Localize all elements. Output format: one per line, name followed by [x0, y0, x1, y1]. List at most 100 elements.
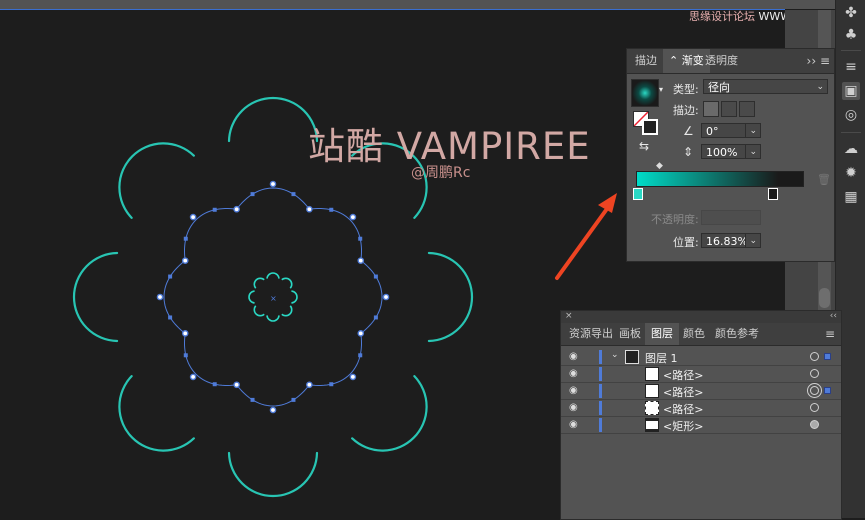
bezier-handle[interactable] — [190, 374, 195, 379]
angle-dropdown[interactable]: ⌄ — [745, 123, 761, 138]
target-circle-icon[interactable] — [810, 420, 819, 429]
tab-asset-export[interactable]: 资源导出 — [563, 323, 619, 345]
gradient-preview-swatch[interactable] — [631, 79, 659, 107]
layers-panel-tabs: 资源导出 画板 图层 颜色 颜色参考 ≡ — [561, 323, 841, 346]
outer-petal-arc — [352, 376, 426, 450]
bezier-handle[interactable] — [350, 374, 355, 379]
tab-stroke[interactable]: 描边 — [629, 49, 663, 73]
delete-stop-icon[interactable]: 🗑 — [817, 173, 831, 186]
anchor-point[interactable] — [358, 353, 362, 357]
menu-icon[interactable]: ≡ — [842, 58, 860, 76]
outer-petal-arc — [229, 98, 317, 141]
anchor-point[interactable] — [251, 398, 255, 402]
sun-icon[interactable]: ✹ — [842, 164, 860, 182]
stroke-label: 描边: — [673, 102, 699, 118]
align-icon[interactable]: ▦ — [842, 188, 860, 206]
outer-petal-arc — [229, 453, 317, 496]
inner-petal-arc — [291, 291, 297, 303]
target-circle-icon[interactable] — [810, 403, 819, 412]
bezier-handle[interactable] — [358, 331, 363, 336]
club-symbol-icon[interactable]: ♣ — [842, 26, 860, 44]
stroke-swatch[interactable] — [642, 119, 658, 135]
chevron-down-icon: ⌄ — [749, 124, 757, 139]
bezier-handle[interactable] — [383, 294, 388, 299]
gradient-stop-start[interactable] — [633, 188, 643, 200]
layer-row[interactable]: ◉ <路径> — [561, 366, 841, 383]
anchor-point[interactable] — [374, 315, 378, 319]
type-select[interactable]: 径向⌄ — [703, 79, 828, 94]
bezier-handle[interactable] — [270, 181, 275, 186]
bezier-handle[interactable] — [157, 294, 162, 299]
panel-menu-icon[interactable]: ≡ — [825, 327, 835, 341]
layer-row[interactable]: ◉ <路径> — [561, 400, 841, 417]
anchor-point[interactable] — [184, 237, 188, 241]
anchor-point[interactable] — [329, 382, 333, 386]
angle-icon: ∠ — [683, 124, 694, 138]
layer-color-bar — [599, 418, 602, 432]
angle-value: 0° — [706, 125, 719, 138]
layer-color-bar — [599, 401, 602, 415]
tab-artboards[interactable]: 画板 — [613, 323, 647, 345]
anchor-point[interactable] — [251, 192, 255, 196]
path-thumbnail — [645, 367, 659, 381]
eye-icon[interactable]: ◉ — [569, 368, 581, 379]
layer-row[interactable]: ◉ <路径> — [561, 383, 841, 400]
stroke-across-icon[interactable] — [739, 101, 755, 117]
cc-libraries-icon[interactable]: ☁ — [842, 140, 860, 158]
position-dropdown[interactable]: ⌄ — [745, 233, 761, 248]
bezier-handle[interactable] — [358, 258, 363, 263]
bezier-handle[interactable] — [183, 331, 188, 336]
anchor-point[interactable] — [329, 208, 333, 212]
bezier-handle[interactable] — [270, 407, 275, 412]
preview-dropdown-icon[interactable]: ▾ — [659, 85, 663, 94]
position-label: 位置: — [673, 234, 699, 250]
tab-color-guide[interactable]: 颜色参考 — [709, 323, 765, 345]
eye-icon[interactable]: ◉ — [569, 351, 581, 362]
anchor-point[interactable] — [291, 192, 295, 196]
bezier-handle[interactable] — [350, 214, 355, 219]
tab-color[interactable]: 颜色 — [677, 323, 711, 345]
target-circle-icon[interactable] — [810, 369, 819, 378]
eye-icon[interactable]: ◉ — [569, 402, 581, 413]
anchor-point[interactable] — [168, 315, 172, 319]
anchor-point[interactable] — [184, 353, 188, 357]
collapse-icon[interactable]: ‹‹ — [830, 311, 837, 321]
gradient-slider[interactable] — [636, 171, 804, 187]
eye-icon[interactable]: ◉ — [569, 419, 581, 430]
anchor-point[interactable] — [168, 275, 172, 279]
panel-menu-icon[interactable]: ›› ≡ — [807, 49, 830, 73]
bezier-handle[interactable] — [234, 382, 239, 387]
midpoint-diamond-icon[interactable]: ◆ — [656, 161, 663, 171]
stroke-along-icon[interactable] — [721, 101, 737, 117]
anchor-point[interactable] — [213, 382, 217, 386]
layer-name: 图层 1 — [645, 350, 678, 366]
tab-transparency[interactable]: 透明度 — [699, 49, 744, 73]
eye-icon[interactable]: ◉ — [569, 385, 581, 396]
bezier-handle[interactable] — [183, 258, 188, 263]
anchor-point[interactable] — [374, 275, 378, 279]
club-icon[interactable]: ✤ — [842, 4, 860, 22]
expand-chevron-icon[interactable]: ⌄ — [611, 350, 619, 360]
close-icon[interactable]: × — [565, 311, 573, 321]
gradient-icon[interactable]: ▣ — [842, 82, 860, 100]
bezier-handle[interactable] — [307, 207, 312, 212]
divider — [841, 50, 861, 51]
bezier-handle[interactable] — [234, 207, 239, 212]
bezier-handle[interactable] — [307, 382, 312, 387]
scrollbar-thumb[interactable] — [819, 288, 830, 308]
anchor-point[interactable] — [291, 398, 295, 402]
layer-row[interactable]: ◉ ⌄ 图层 1 — [561, 349, 841, 366]
stroke-within-icon[interactable] — [703, 101, 719, 117]
target-circle-icon[interactable] — [810, 386, 819, 395]
gradient-stop-end[interactable] — [768, 188, 778, 200]
layer-row[interactable]: ◉ <矩形> — [561, 417, 841, 434]
anchor-point[interactable] — [213, 208, 217, 212]
aspect-ratio-dropdown[interactable]: ⌄ — [745, 144, 761, 159]
center-mark-icon: × — [270, 294, 277, 303]
target-circle-icon[interactable] — [810, 352, 819, 361]
anchor-point[interactable] — [358, 237, 362, 241]
tab-layers[interactable]: 图层 — [645, 323, 679, 345]
transparency-icon[interactable]: ◎ — [842, 106, 860, 124]
reverse-gradient-icon[interactable]: ⇆ — [639, 139, 649, 153]
bezier-handle[interactable] — [190, 214, 195, 219]
